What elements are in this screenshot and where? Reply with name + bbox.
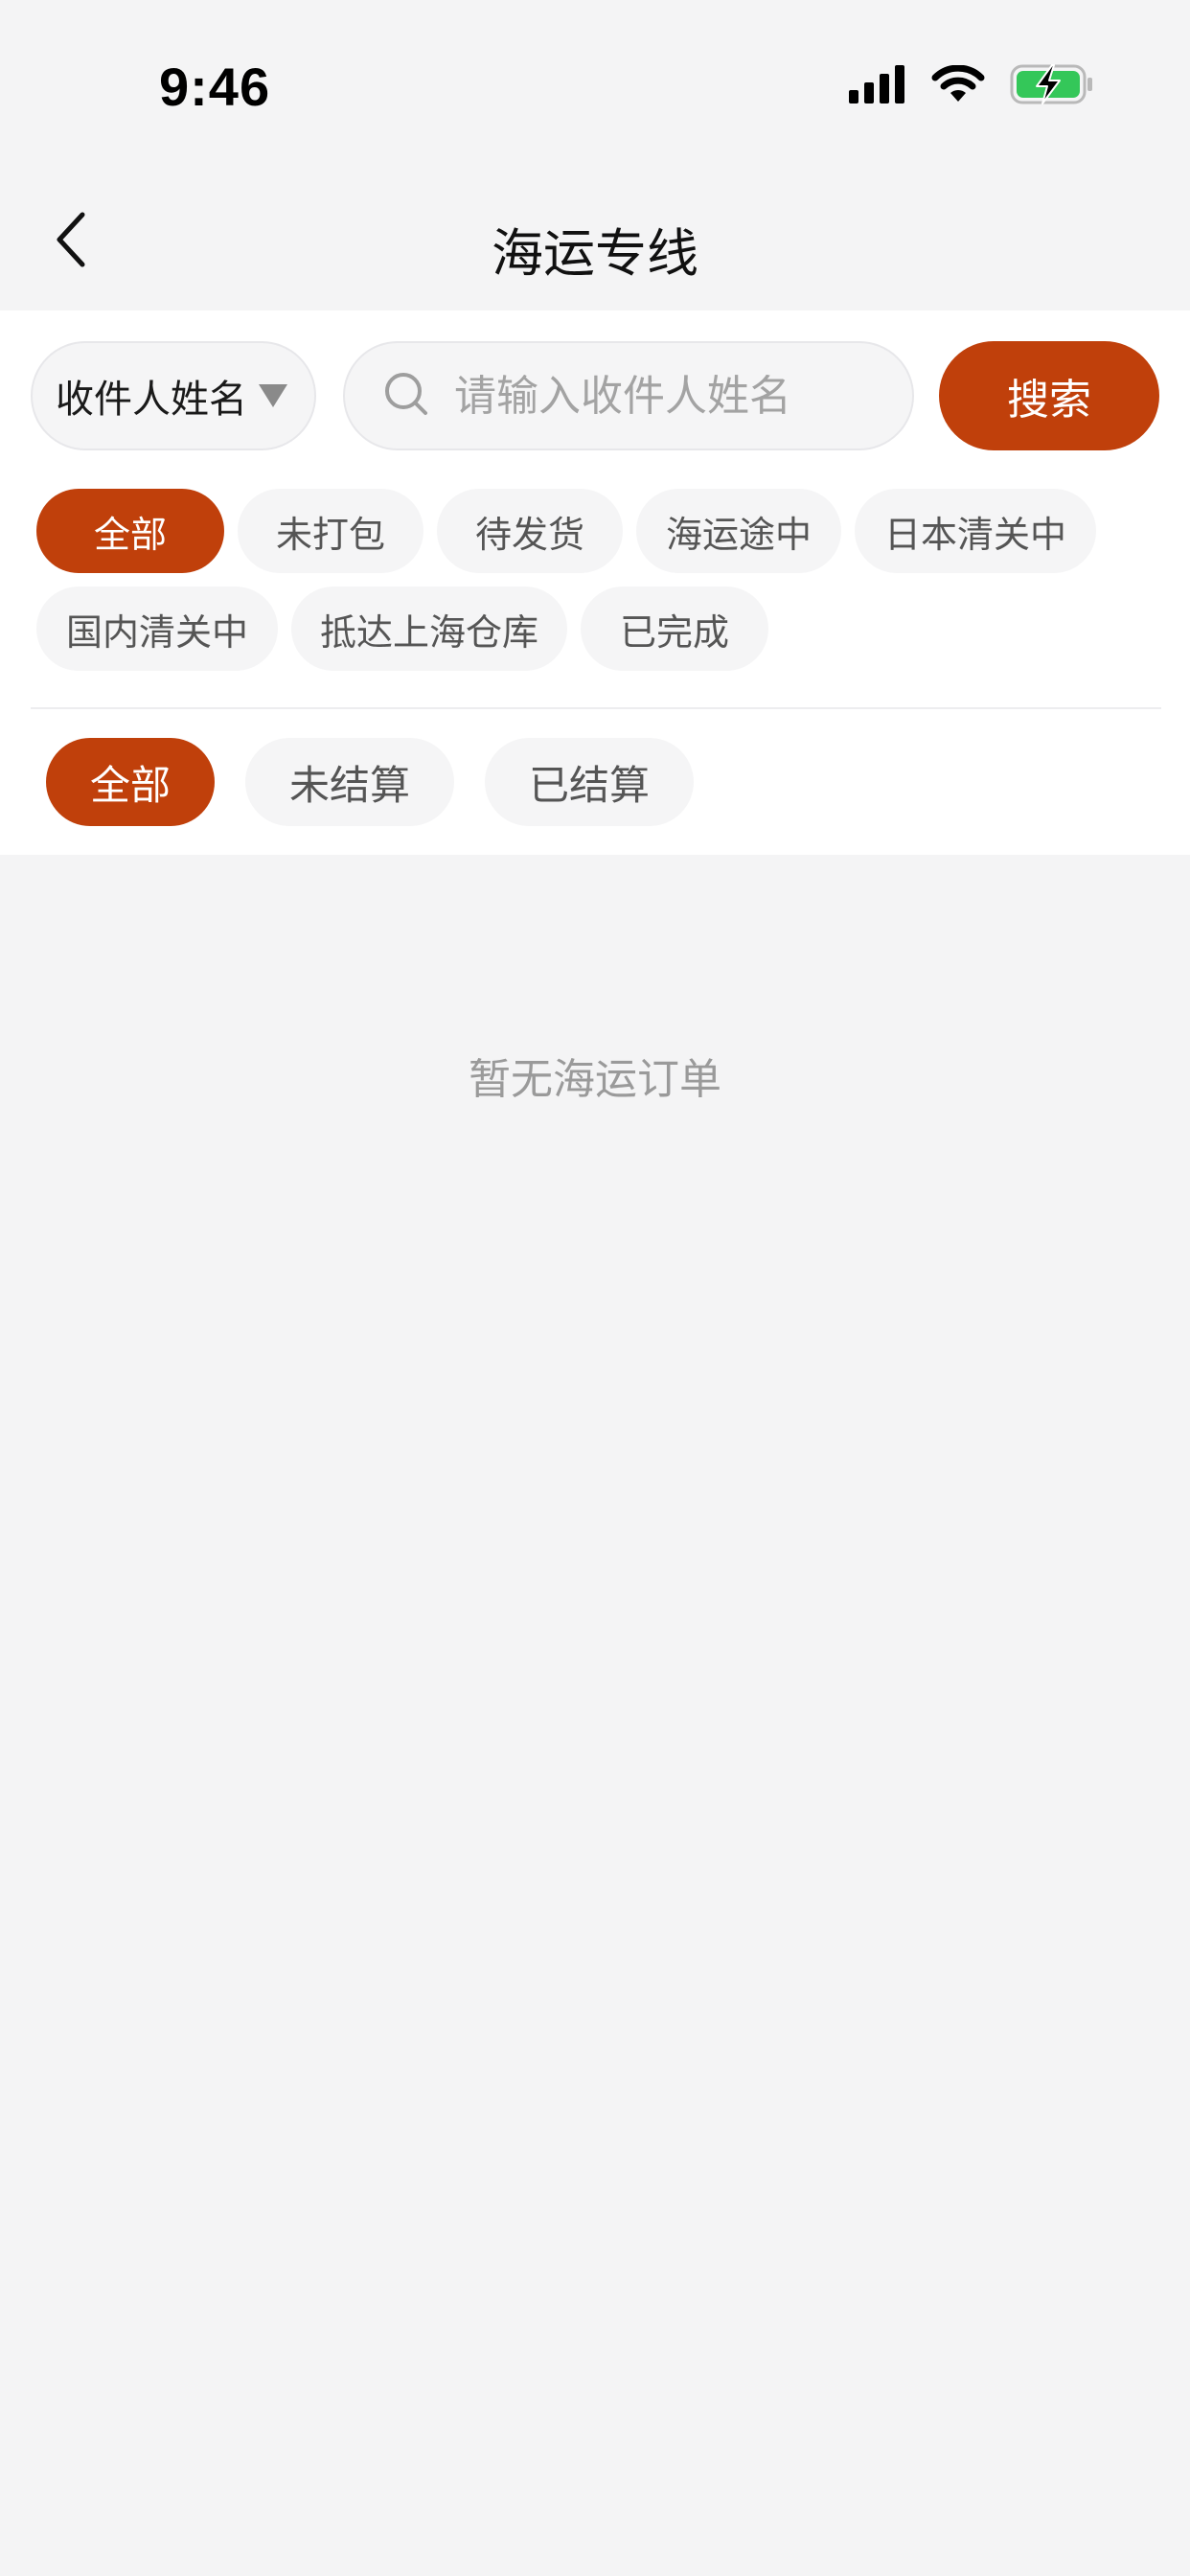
search-field-select-label: 收件人姓名 bbox=[56, 378, 247, 422]
status-icons bbox=[849, 63, 1094, 109]
status-filter-all[interactable]: 全部 bbox=[36, 489, 224, 573]
battery-charging-icon bbox=[1010, 63, 1094, 109]
page-title: 海运专线 bbox=[492, 223, 698, 284]
divider bbox=[31, 707, 1161, 709]
search-button[interactable]: 搜索 bbox=[939, 341, 1159, 450]
nav-bar: 海运专线 bbox=[0, 172, 1190, 310]
search-box bbox=[343, 341, 914, 450]
status-filter-pending-shipment[interactable]: 待发货 bbox=[437, 489, 623, 573]
search-icon bbox=[383, 371, 429, 421]
empty-state-text: 暂无海运订单 bbox=[469, 1055, 721, 1104]
status-filter-domestic-customs[interactable]: 国内清关中 bbox=[36, 586, 278, 671]
status-filter-in-transit[interactable]: 海运途中 bbox=[636, 489, 841, 573]
search-field-select[interactable]: 收件人姓名 bbox=[31, 341, 316, 450]
signal-icon bbox=[849, 65, 906, 107]
wifi-icon bbox=[931, 64, 985, 107]
status-filter-arrived-shanghai[interactable]: 抵达上海仓库 bbox=[291, 586, 567, 671]
status-filter-completed[interactable]: 已完成 bbox=[581, 586, 768, 671]
status-bar: 9:46 bbox=[0, 0, 1190, 172]
status-filter-unpacked[interactable]: 未打包 bbox=[238, 489, 423, 573]
caret-down-icon bbox=[259, 384, 287, 407]
status-filter-japan-customs[interactable]: 日本清关中 bbox=[855, 489, 1096, 573]
status-time: 9:46 bbox=[159, 57, 271, 117]
settle-filter-unsettled[interactable]: 未结算 bbox=[245, 738, 454, 826]
settle-filter-settled[interactable]: 已结算 bbox=[485, 738, 694, 826]
filter-panel: 收件人姓名 搜索 全部 未打包 待发货 海运途中 日本清关中 国内清关中 抵达上… bbox=[0, 310, 1190, 855]
search-input[interactable] bbox=[454, 371, 876, 421]
settle-filter-all[interactable]: 全部 bbox=[46, 738, 215, 826]
